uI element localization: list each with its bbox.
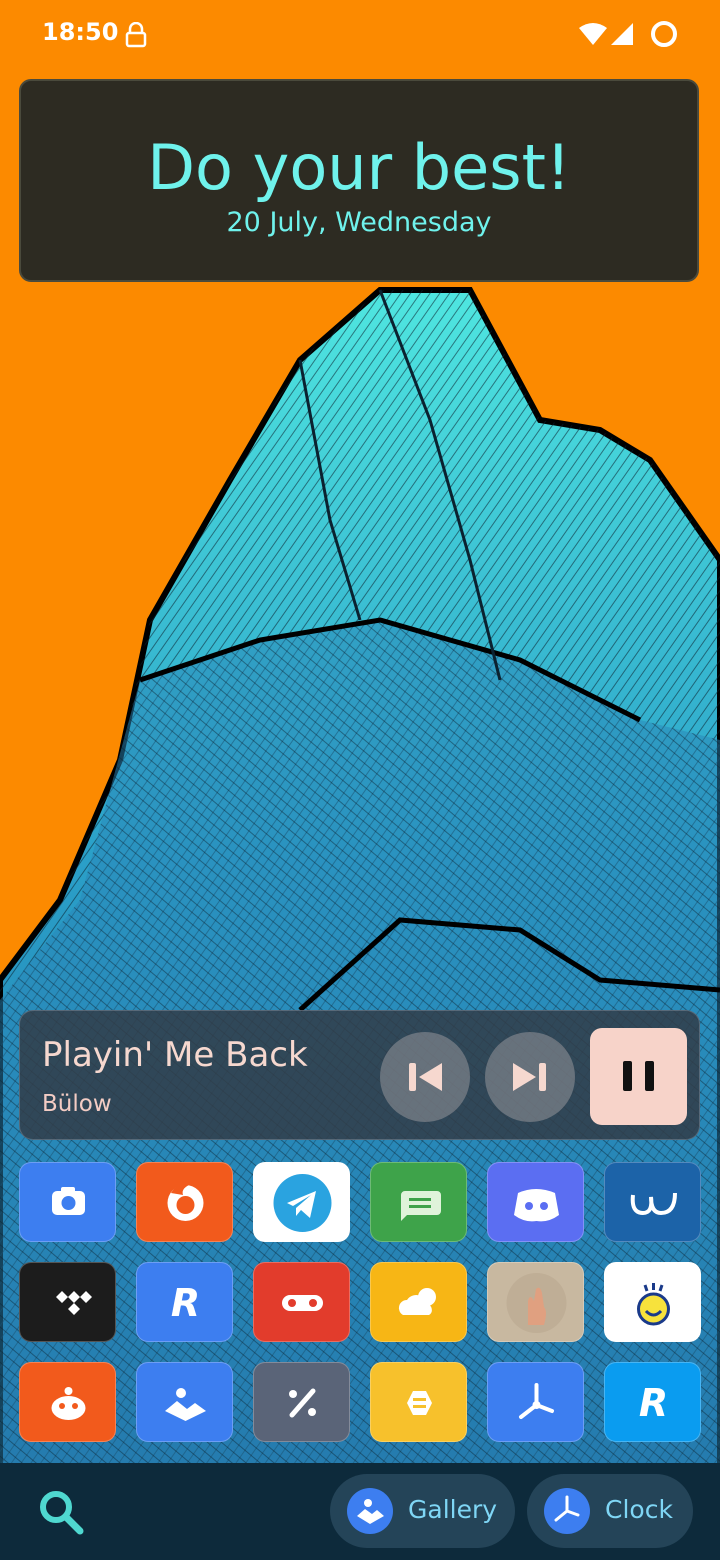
clock-icon [519,1383,554,1419]
dock-gallery-shortcut[interactable]: Gallery [330,1474,515,1548]
hand-photo-icon [506,1273,567,1333]
track-artist: Bülow [42,1091,112,1117]
revolut-icon: R [171,1281,200,1325]
app-firefox[interactable] [136,1162,233,1242]
app-revolut-alt[interactable]: R [604,1362,701,1442]
next-track-button[interactable] [485,1032,575,1122]
previous-icon [409,1063,442,1091]
smiley-icon [637,1283,670,1326]
app-camera[interactable] [19,1162,116,1242]
camera-icon [52,1187,85,1215]
app-clock[interactable] [487,1362,584,1442]
app-telegram[interactable] [253,1162,350,1242]
quote-widget[interactable]: Do your best! 20 July, Wednesday [19,79,699,282]
app-calculator[interactable] [253,1362,350,1442]
app-tidal[interactable] [19,1262,116,1342]
next-icon [513,1063,546,1091]
dock-bar: Gallery Clock [0,1463,720,1560]
gallery-icon [347,1488,393,1534]
battery-icon [651,21,677,47]
quote-title: Do your best! [147,131,571,204]
firefox-icon [167,1184,204,1221]
svg-text:R: R [639,1381,668,1425]
revolut-alt-icon: R [639,1381,668,1425]
dock-clock-shortcut[interactable]: Clock [527,1474,693,1548]
status-time: 18:50 [42,18,119,46]
telegram-icon [273,1174,332,1232]
app-voicemail[interactable] [253,1262,350,1342]
dock-gallery-label: Gallery [408,1495,498,1524]
quote-date: 20 July, Wednesday [226,207,492,238]
wifi-icon [579,23,607,45]
voicemail-icon [282,1295,323,1311]
app-messages[interactable] [370,1162,467,1242]
bumble-icon [407,1391,432,1415]
pause-icon [623,1061,654,1091]
svg-text:R: R [171,1281,200,1325]
search-icon[interactable] [34,1485,90,1541]
clock-icon [544,1488,590,1534]
app-reddit[interactable] [19,1362,116,1442]
lock-icon [125,22,147,48]
tidal-icon [56,1291,92,1315]
app-smiley[interactable] [604,1262,701,1342]
reddit-icon [51,1387,86,1420]
app-hand-photo[interactable] [487,1262,584,1342]
calculator-icon [289,1388,316,1418]
app-discord[interactable] [487,1162,584,1242]
signal-icon [611,23,633,45]
app-weather[interactable] [370,1262,467,1342]
previous-track-button[interactable] [380,1032,470,1122]
discord-icon [514,1189,559,1222]
app-wordmark[interactable] [604,1162,701,1242]
gallery-icon [165,1388,206,1421]
weather-icon [398,1288,436,1315]
app-revolut[interactable]: R [136,1262,233,1342]
track-title: Playin' Me Back [42,1035,308,1075]
pause-button[interactable] [590,1028,687,1125]
app-bumble[interactable] [370,1362,467,1442]
status-bar: 18:50 [0,0,720,70]
media-player-widget[interactable]: Playin' Me Back Bülow [19,1010,700,1140]
app-gallery[interactable] [136,1362,233,1442]
dock-clock-label: Clock [605,1495,673,1524]
wordmark-icon [630,1192,677,1216]
messages-icon [401,1191,441,1221]
